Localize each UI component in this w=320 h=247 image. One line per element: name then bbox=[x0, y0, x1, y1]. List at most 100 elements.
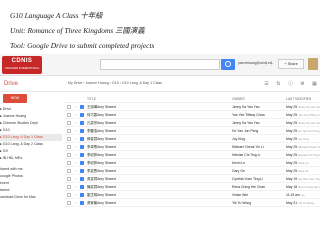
modified-date: May 25 bbox=[286, 129, 298, 133]
file-last-modified: May 19 Cynthia Yuen Ting bbox=[286, 175, 320, 183]
table-row[interactable]: ☆ 黃家曦Amy Shared Yik Yu Wong May 21 Yik Yu W… bbox=[64, 199, 320, 207]
row-checkbox[interactable] bbox=[67, 161, 71, 165]
sidebar-item[interactable]: ▸ G10 Lang. A Day 2 Class bbox=[0, 141, 62, 148]
star-icon[interactable]: ☆ bbox=[74, 151, 78, 159]
sidebar-item[interactable]: ownload Drive for Mac bbox=[0, 194, 62, 201]
file-owner: Jenny Ka Yan Yau bbox=[232, 121, 260, 125]
column-last-modified[interactable]: LAST MODIFIED bbox=[286, 96, 311, 103]
star-icon[interactable]: ☆ bbox=[74, 135, 78, 143]
file-last-modified: May 25 Michael Cheuk Yin bbox=[286, 143, 320, 151]
table-row[interactable]: ☆ 李紀婷Amy Shared Kevin Lo May 25 Kevin Lo bbox=[64, 159, 320, 167]
star-icon[interactable]: ☆ bbox=[74, 111, 78, 119]
star-icon[interactable]: ☆ bbox=[74, 199, 78, 207]
modified-date: May 21 bbox=[286, 201, 298, 205]
star-icon[interactable]: ☆ bbox=[74, 143, 78, 151]
row-checkbox[interactable] bbox=[67, 137, 71, 141]
grid-view-icon[interactable]: ▦ bbox=[310, 80, 319, 88]
info-icon[interactable]: ⓘ bbox=[286, 80, 295, 88]
table-row[interactable]: ☆ 李紀婷Amy Shared Heloise Chi Ting Li May 25 … bbox=[64, 151, 320, 159]
list-view-icon[interactable]: ☰ bbox=[262, 80, 271, 88]
star-icon[interactable]: ☆ bbox=[74, 191, 78, 199]
avatar[interactable] bbox=[308, 58, 318, 70]
file-title[interactable]: 黃嘉賢Amy Shared bbox=[87, 175, 116, 183]
heading-tool: Tool: Google Drive to submit completed p… bbox=[10, 41, 155, 50]
table-header: TITLE OWNER LAST MODIFIED bbox=[64, 96, 320, 103]
row-checkbox[interactable] bbox=[67, 121, 71, 125]
file-title[interactable]: 黃家曦Amy Shared bbox=[87, 199, 116, 207]
star-icon[interactable]: ☆ bbox=[74, 167, 78, 175]
row-checkbox[interactable] bbox=[67, 113, 71, 117]
star-icon[interactable]: ☆ bbox=[74, 103, 78, 111]
sidebar-item[interactable]: ▸ Chinese Studies Dept bbox=[0, 120, 62, 127]
file-title[interactable]: 孔嘉宗Amy Shared bbox=[87, 119, 116, 127]
sidebar-item[interactable]: ecent bbox=[0, 180, 62, 187]
sidebar-item[interactable]: ▸ Joanne Huang bbox=[0, 113, 62, 120]
modified-by: Heloise Chi Ting Li bbox=[298, 153, 320, 157]
table-row[interactable]: ☆ 孔嘉宗Amy Shared Jenny Ka Yan Yau May 25 Jen… bbox=[64, 119, 320, 127]
row-checkbox[interactable] bbox=[67, 129, 71, 133]
sort-icon[interactable]: ⇅ bbox=[274, 80, 283, 88]
file-last-modified: May 25 Ho Yan Jun Peng bbox=[286, 127, 320, 135]
file-title[interactable]: 李嘉恩Amy Shared bbox=[87, 167, 116, 175]
heading-class: G10 Language A Class 十年級 bbox=[10, 11, 103, 20]
modified-by: Jenny Ka Yan Yau bbox=[298, 105, 320, 109]
table-row[interactable]: ☆ 陳嘉賢Amy Shared Rena Ching Hei Chan May 18 … bbox=[64, 183, 320, 191]
row-checkbox[interactable] bbox=[67, 185, 71, 189]
sidebar-item[interactable]: ▸ Drive bbox=[0, 106, 62, 113]
breadcrumb[interactable]: My Drive › Joanne Huang › G10 › G10 Lang… bbox=[68, 81, 162, 85]
table-row[interactable]: ☆ 鄭俊賢Amy Shared Joy King May 25 Joy King bbox=[64, 135, 320, 143]
row-checkbox[interactable] bbox=[67, 169, 71, 173]
modified-date: May 25 bbox=[286, 145, 298, 149]
row-checkbox[interactable] bbox=[67, 177, 71, 181]
search-button[interactable] bbox=[221, 59, 235, 70]
row-checkbox[interactable] bbox=[67, 105, 71, 109]
row-checkbox[interactable] bbox=[67, 145, 71, 149]
file-title[interactable]: 李紀婷Amy Shared bbox=[87, 159, 116, 167]
sidebar-item[interactable]: ooogle Photos bbox=[0, 173, 62, 180]
row-checkbox[interactable] bbox=[67, 153, 71, 157]
column-owner[interactable]: OWNER bbox=[232, 96, 245, 103]
table-row[interactable]: ☆ 李卓恩Amy Shared Michael Cheuk Yin Li May 25… bbox=[64, 143, 320, 151]
star-icon[interactable]: ☆ bbox=[74, 159, 78, 167]
row-checkbox[interactable] bbox=[67, 193, 71, 197]
share-button[interactable]: + Share bbox=[278, 59, 304, 69]
settings-icon[interactable]: ⚙ bbox=[298, 80, 307, 88]
star-icon[interactable]: ☆ bbox=[74, 127, 78, 135]
search-input[interactable] bbox=[100, 59, 220, 70]
file-title[interactable]: 鄭俊賢Amy Shared bbox=[87, 135, 116, 143]
file-title[interactable]: 何巧雲Amy Shared bbox=[87, 111, 116, 119]
file-title[interactable]: 李紀婷Amy Shared bbox=[87, 151, 116, 159]
file-title[interactable]: 劉芷晴Amy Shared bbox=[87, 191, 116, 199]
table-row[interactable]: ☆ 王詩琳Amy Shared Jenny Ka Yan Yau May 25 Jen… bbox=[64, 103, 320, 111]
file-title[interactable]: 李鍵浩Amy Shared bbox=[87, 127, 116, 135]
star-icon[interactable]: ☆ bbox=[74, 119, 78, 127]
drive-title[interactable]: Drive bbox=[4, 81, 18, 87]
sidebar-item[interactable]: ▸ G10 bbox=[0, 127, 62, 134]
table-row[interactable]: ☆ 黃嘉賢Amy Shared Cynthia Yuen Ting Li May 19… bbox=[64, 175, 320, 183]
row-checkbox[interactable] bbox=[67, 201, 71, 205]
star-icon[interactable]: ☆ bbox=[74, 183, 78, 191]
table-row[interactable]: ☆ 李嘉恩Amy Shared Gary Ge May 25 Gary Ge bbox=[64, 167, 320, 175]
file-title[interactable]: 王詩琳Amy Shared bbox=[87, 103, 116, 111]
file-owner: Ho Yan Jun Peng bbox=[232, 129, 259, 133]
apps-grid-icon[interactable]: ⋮⋮ bbox=[264, 61, 274, 67]
doc-file-icon bbox=[80, 105, 84, 109]
sidebar-item[interactable]: ▸ G9 bbox=[0, 148, 62, 155]
sidebar-item[interactable]: tarred bbox=[0, 187, 62, 194]
modified-date: May 25 bbox=[286, 161, 298, 165]
file-title[interactable]: 李卓恩Amy Shared bbox=[87, 143, 116, 151]
sidebar-item[interactable]: hared with me bbox=[0, 166, 62, 173]
table-row[interactable]: ☆ 劉芷晴Amy Shared Vivian Wei 11:19 am me bbox=[64, 191, 320, 199]
notification-icon[interactable]: + bbox=[270, 61, 272, 65]
doc-file-icon bbox=[80, 145, 84, 149]
column-title[interactable]: TITLE bbox=[87, 96, 96, 103]
sidebar-item[interactable]: ▸ G10 Lang. A Day 1 Class bbox=[0, 134, 62, 141]
table-row[interactable]: ☆ 何巧雲Amy Shared Yan Yee Tiffany Chow May 25… bbox=[64, 111, 320, 119]
sidebar-item[interactable]: ▸ IB HKL MEs bbox=[0, 155, 62, 162]
modified-date: May 19 bbox=[286, 177, 298, 181]
star-icon[interactable]: ☆ bbox=[74, 175, 78, 183]
file-title[interactable]: 陳嘉賢Amy Shared bbox=[87, 183, 116, 191]
new-button[interactable]: NEW bbox=[3, 94, 27, 103]
file-owner: Heloise Chi Ting Li bbox=[232, 153, 261, 157]
table-row[interactable]: ☆ 李鍵浩Amy Shared Ho Yan Jun Peng May 25 Ho Y… bbox=[64, 127, 320, 135]
